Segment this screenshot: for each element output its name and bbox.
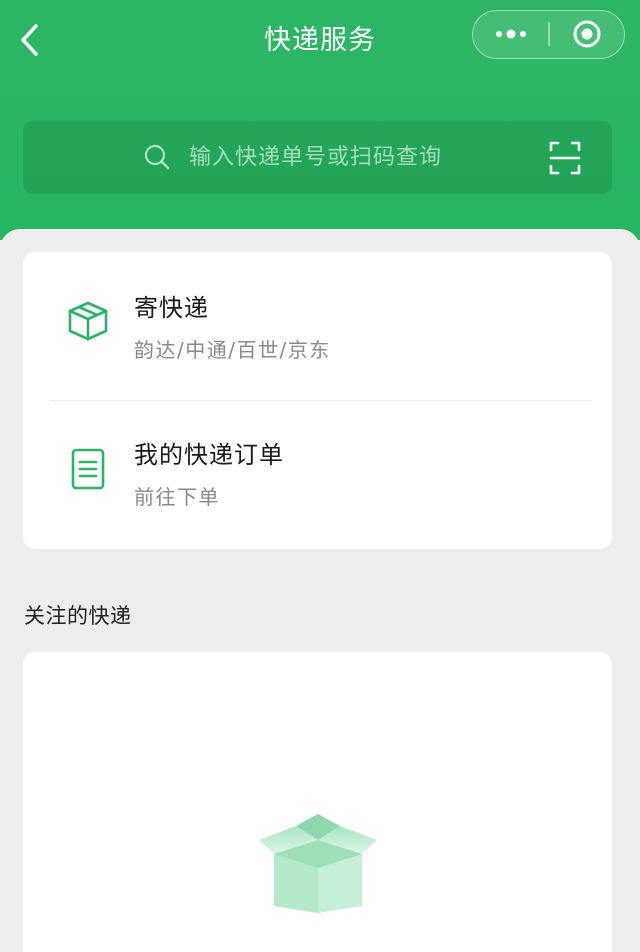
search-icon [144, 144, 170, 170]
empty-box-icon [259, 814, 377, 913]
my-orders-label: 我的快递订单 [134, 441, 284, 469]
scan-button[interactable] [545, 138, 585, 178]
header-bar: 快递服务 [0, 0, 640, 240]
my-orders-subtitle: 前往下单 [134, 485, 220, 509]
send-express-carriers: 韵达/中通/百世/京东 [134, 338, 331, 362]
tracking-number-input[interactable] [189, 121, 509, 194]
mini-program-capsule [472, 10, 625, 59]
service-menu-card: 寄快递 韵达/中通/百世/京东 我的快递订单 前往下单 [23, 252, 612, 549]
my-orders-item[interactable]: 我的快递订单 前往下单 [23, 401, 612, 549]
followed-section-title: 关注的快递 [24, 604, 132, 628]
scan-code-icon [549, 141, 581, 175]
more-dots-icon [496, 29, 526, 39]
more-button[interactable] [473, 11, 549, 57]
close-button[interactable] [550, 11, 623, 57]
document-icon [65, 446, 111, 492]
send-express-item[interactable]: 寄快递 韵达/中通/百世/京东 [23, 252, 612, 400]
package-icon [65, 298, 111, 344]
target-close-icon [573, 20, 600, 48]
send-express-label: 寄快递 [134, 294, 209, 322]
